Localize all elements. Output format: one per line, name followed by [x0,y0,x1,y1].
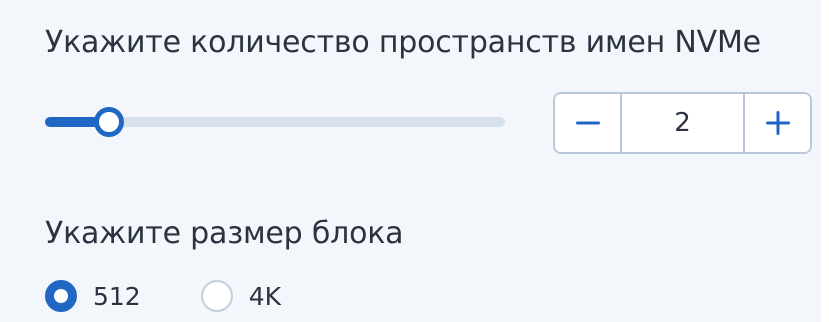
radio-label-4k[interactable]: 4K [249,282,281,311]
decrement-button[interactable] [555,94,622,152]
block-size-label: Укажите размер блока [45,216,404,251]
radio-option-512[interactable]: 512 [45,280,141,312]
settings-panel: Укажите количество пространств имен NVMe… [0,0,825,322]
radio-label-512[interactable]: 512 [93,282,141,311]
namespace-count-label: Укажите количество пространств имен NVMe [45,25,761,60]
stepper-value[interactable]: 2 [622,94,743,152]
radio-button-checked[interactable] [45,280,77,312]
minus-icon [575,121,600,125]
radio-button-unchecked[interactable] [200,280,233,312]
radio-option-4k[interactable]: 4K [200,280,281,312]
increment-button[interactable] [743,94,810,152]
plus-icon [765,111,790,135]
slider-thumb[interactable] [94,107,124,137]
namespace-count-stepper: 2 [553,92,812,154]
block-size-radio-group: 512 4K [45,280,281,312]
namespace-count-slider[interactable] [45,103,505,141]
